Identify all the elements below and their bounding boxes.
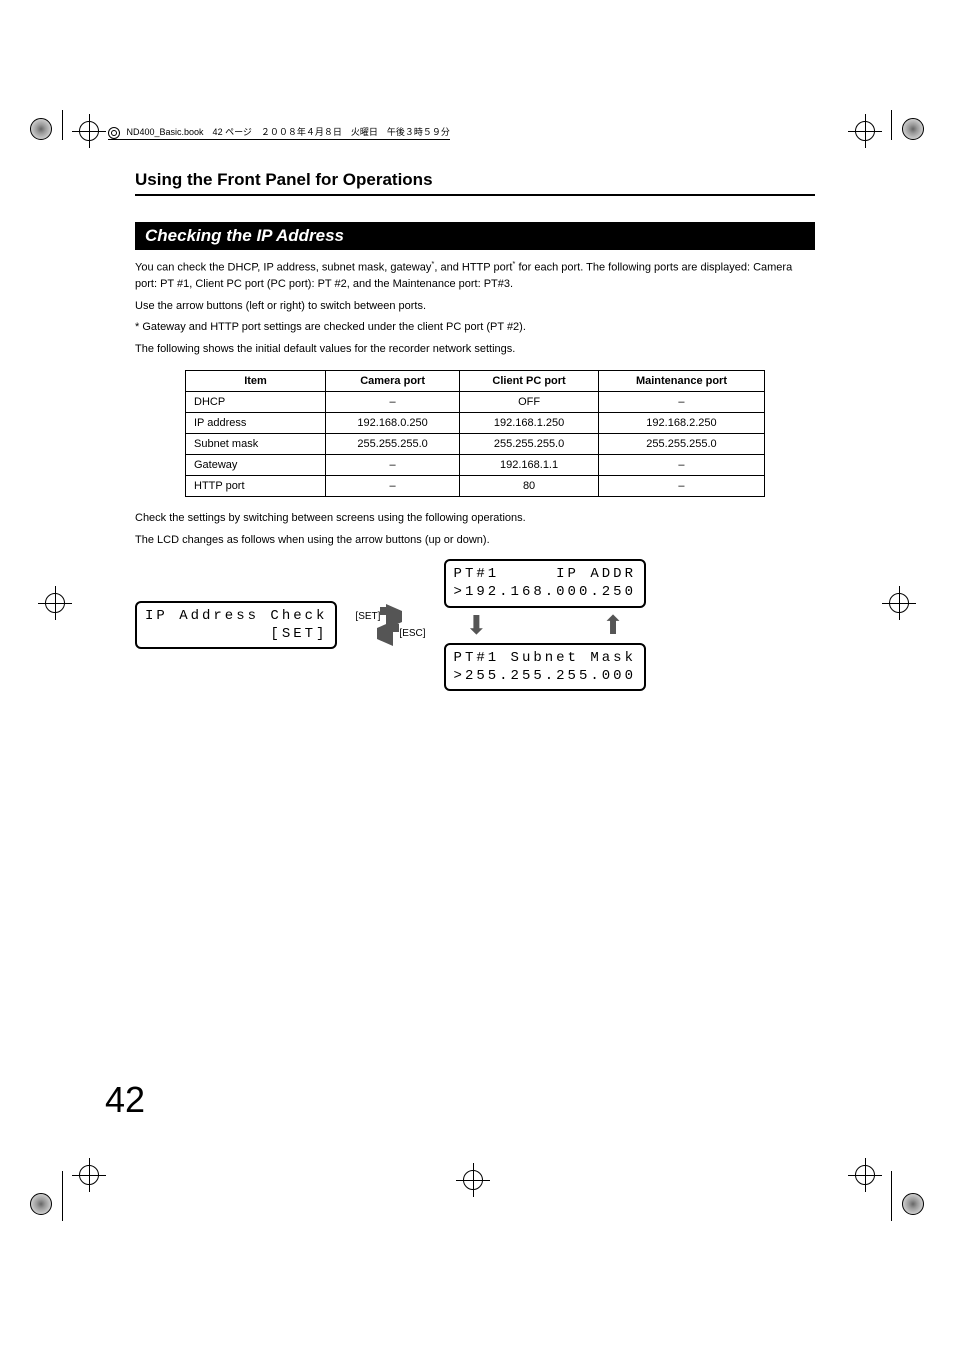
crop-mark-target [76,1162,102,1191]
nav-arrows-column: [SET] [ESC] [355,611,425,639]
table-cell: 255.255.255.0 [460,434,599,455]
crop-mark-target [852,118,878,147]
table-cell: Subnet mask [186,434,326,455]
intro-paragraph: You can check the DHCP, IP address, subn… [135,258,815,293]
chapter-title: Using the Front Panel for Operations [135,170,815,196]
crop-mark-target [460,1167,486,1196]
crop-mark-circle [30,1193,52,1218]
table-cell: – [326,455,460,476]
arrow-left-icon [377,628,393,639]
table-row: IP address192.168.0.250192.168.1.250192.… [186,413,765,434]
section-title: Checking the IP Address [135,222,815,250]
crop-rule [62,110,63,140]
table-cell: – [326,392,460,413]
table-row: HTTP port–80– [186,476,765,497]
table-cell: HTTP port [186,476,326,497]
table-row: Gateway–192.168.1.1– [186,455,765,476]
crop-mark-target [42,590,68,619]
table-header: Client PC port [460,371,599,392]
table-cell: IP address [186,413,326,434]
table-header: Item [186,371,326,392]
page-number: 42 [105,1079,145,1121]
lcd-screen-initial: IP Address Check [SET] [135,601,337,649]
arrow-up-icon: ⬆ [590,610,636,641]
table-cell: – [326,476,460,497]
table-cell: – [598,455,764,476]
check-instruction: Check the settings by switching between … [135,511,815,527]
crop-mark-target [76,118,102,147]
arrow-down-icon: ⬇ [454,610,500,641]
lcd-instruction: The LCD changes as follows when using th… [135,533,815,549]
table-cell: OFF [460,392,599,413]
table-cell: – [598,476,764,497]
table-cell: 192.168.0.250 [326,413,460,434]
table-cell: Gateway [186,455,326,476]
table-header: Maintenance port [598,371,764,392]
crop-mark-target [852,1162,878,1191]
crop-rule [891,1171,892,1221]
table-cell: 255.255.255.0 [598,434,764,455]
lcd-screen-ip: PT#1 IP ADDR >192.168.000.250 [444,559,646,607]
table-intro: The following shows the initial default … [135,342,815,358]
table-row: DHCP–OFF– [186,392,765,413]
lcd-sub-screens: PT#1 IP ADDR >192.168.000.250 ⬇ ⬆ PT#1 S… [444,559,646,691]
lcd-screen-subnet: PT#1 Subnet Mask >255.255.255.000 [444,643,646,691]
crop-mark-circle [30,118,52,143]
table-cell: 255.255.255.0 [326,434,460,455]
table-header: Camera port [326,371,460,392]
crop-mark-target [886,590,912,619]
table-row: Subnet mask255.255.255.0255.255.255.0255… [186,434,765,455]
table-cell: – [598,392,764,413]
header-meta-text: ND400_Basic.book 42 ページ ２００８年４月８日 火曜日 午後… [108,125,450,140]
network-defaults-table: Item Camera port Client PC port Maintena… [185,370,765,497]
crop-rule [62,1171,63,1221]
crop-rule [891,110,892,140]
page-content: Using the Front Panel for Operations Che… [135,170,815,691]
table-cell: 80 [460,476,599,497]
table-cell: 192.168.2.250 [598,413,764,434]
footnote-text: * Gateway and HTTP port settings are che… [135,320,815,336]
esc-label: [ESC] [399,628,425,639]
table-cell: 192.168.1.1 [460,455,599,476]
crop-mark-circle [902,1193,924,1218]
crop-mark-circle [902,118,924,143]
table-cell: DHCP [186,392,326,413]
table-header-row: Item Camera port Client PC port Maintena… [186,371,765,392]
lcd-diagram: IP Address Check [SET] [SET] [ESC] PT#1 … [135,559,815,691]
table-cell: 192.168.1.250 [460,413,599,434]
arrow-instruction: Use the arrow buttons (left or right) to… [135,299,815,315]
